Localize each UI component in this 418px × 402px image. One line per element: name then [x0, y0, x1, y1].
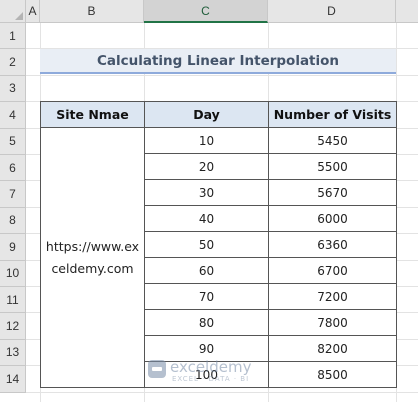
gridline: [26, 74, 418, 76]
row-header[interactable]: 12: [0, 313, 26, 340]
gridline: [26, 391, 418, 393]
day-cell[interactable]: 10: [144, 127, 269, 154]
header-site-name[interactable]: Site Nmae: [40, 101, 145, 128]
row-header[interactable]: 13: [0, 339, 26, 367]
day-cell[interactable]: 80: [144, 309, 269, 336]
visits-cell[interactable]: 5500: [268, 153, 397, 180]
column-header-b[interactable]: B: [40, 0, 144, 23]
day-cell[interactable]: 20: [144, 153, 269, 180]
row-header[interactable]: 1: [0, 23, 26, 50]
row-header[interactable]: 8: [0, 207, 26, 235]
day-cell[interactable]: 30: [144, 179, 269, 206]
column-header-d[interactable]: D: [268, 0, 396, 23]
exceldemy-logo-icon: [148, 360, 166, 378]
visits-cell[interactable]: 6000: [268, 205, 397, 232]
column-header-e[interactable]: [396, 0, 418, 23]
row-header[interactable]: 11: [0, 287, 26, 314]
column-header-c[interactable]: C: [144, 0, 268, 23]
row-header[interactable]: 6: [0, 155, 26, 182]
spreadsheet-grid[interactable]: A B C D 1 2 3 4 5 6 7 8 9 10 11 12 13 14 Calculating …: [0, 0, 418, 402]
exceldemy-watermark: exceldemy EXCEL · DATA · BI: [148, 358, 268, 384]
data-table: Site Nmae Day Number of Visits https://w…: [40, 101, 397, 388]
visits-cell[interactable]: 7800: [268, 309, 397, 336]
visits-cell[interactable]: 6700: [268, 257, 397, 284]
header-day[interactable]: Day: [144, 101, 269, 128]
row-header[interactable]: 7: [0, 181, 26, 208]
visits-cell[interactable]: 8500: [268, 361, 397, 388]
day-cell[interactable]: 60: [144, 257, 269, 284]
row-header[interactable]: 10: [0, 260, 26, 287]
day-cell[interactable]: 70: [144, 283, 269, 310]
day-cell[interactable]: 50: [144, 231, 269, 258]
row-header[interactable]: 5: [0, 128, 26, 155]
visits-cell[interactable]: 7200: [268, 283, 397, 310]
site-name-cell[interactable]: https://www.exceldemy.com: [40, 127, 145, 388]
visits-cell[interactable]: 5450: [268, 127, 397, 154]
page-title: Calculating Linear Interpolation: [40, 49, 396, 74]
row-header[interactable]: 9: [0, 234, 26, 261]
select-all-icon: [15, 12, 23, 20]
row-header[interactable]: 3: [0, 75, 26, 103]
header-number-of-visits[interactable]: Number of Visits: [268, 101, 397, 128]
table-row: https://www.exceldemy.com 10 5450: [40, 127, 397, 388]
row-header[interactable]: 2: [0, 49, 26, 76]
watermark-tagline: EXCEL · DATA · BI: [172, 375, 250, 383]
select-all-corner[interactable]: [0, 0, 26, 23]
visits-cell[interactable]: 8200: [268, 335, 397, 362]
visits-cell[interactable]: 5670: [268, 179, 397, 206]
visits-cell[interactable]: 6360: [268, 231, 397, 258]
row-header[interactable]: 4: [0, 102, 26, 129]
column-header-a[interactable]: A: [26, 0, 40, 23]
watermark-name: exceldemy: [170, 358, 252, 376]
day-cell[interactable]: 40: [144, 205, 269, 232]
row-header[interactable]: 14: [0, 366, 26, 393]
